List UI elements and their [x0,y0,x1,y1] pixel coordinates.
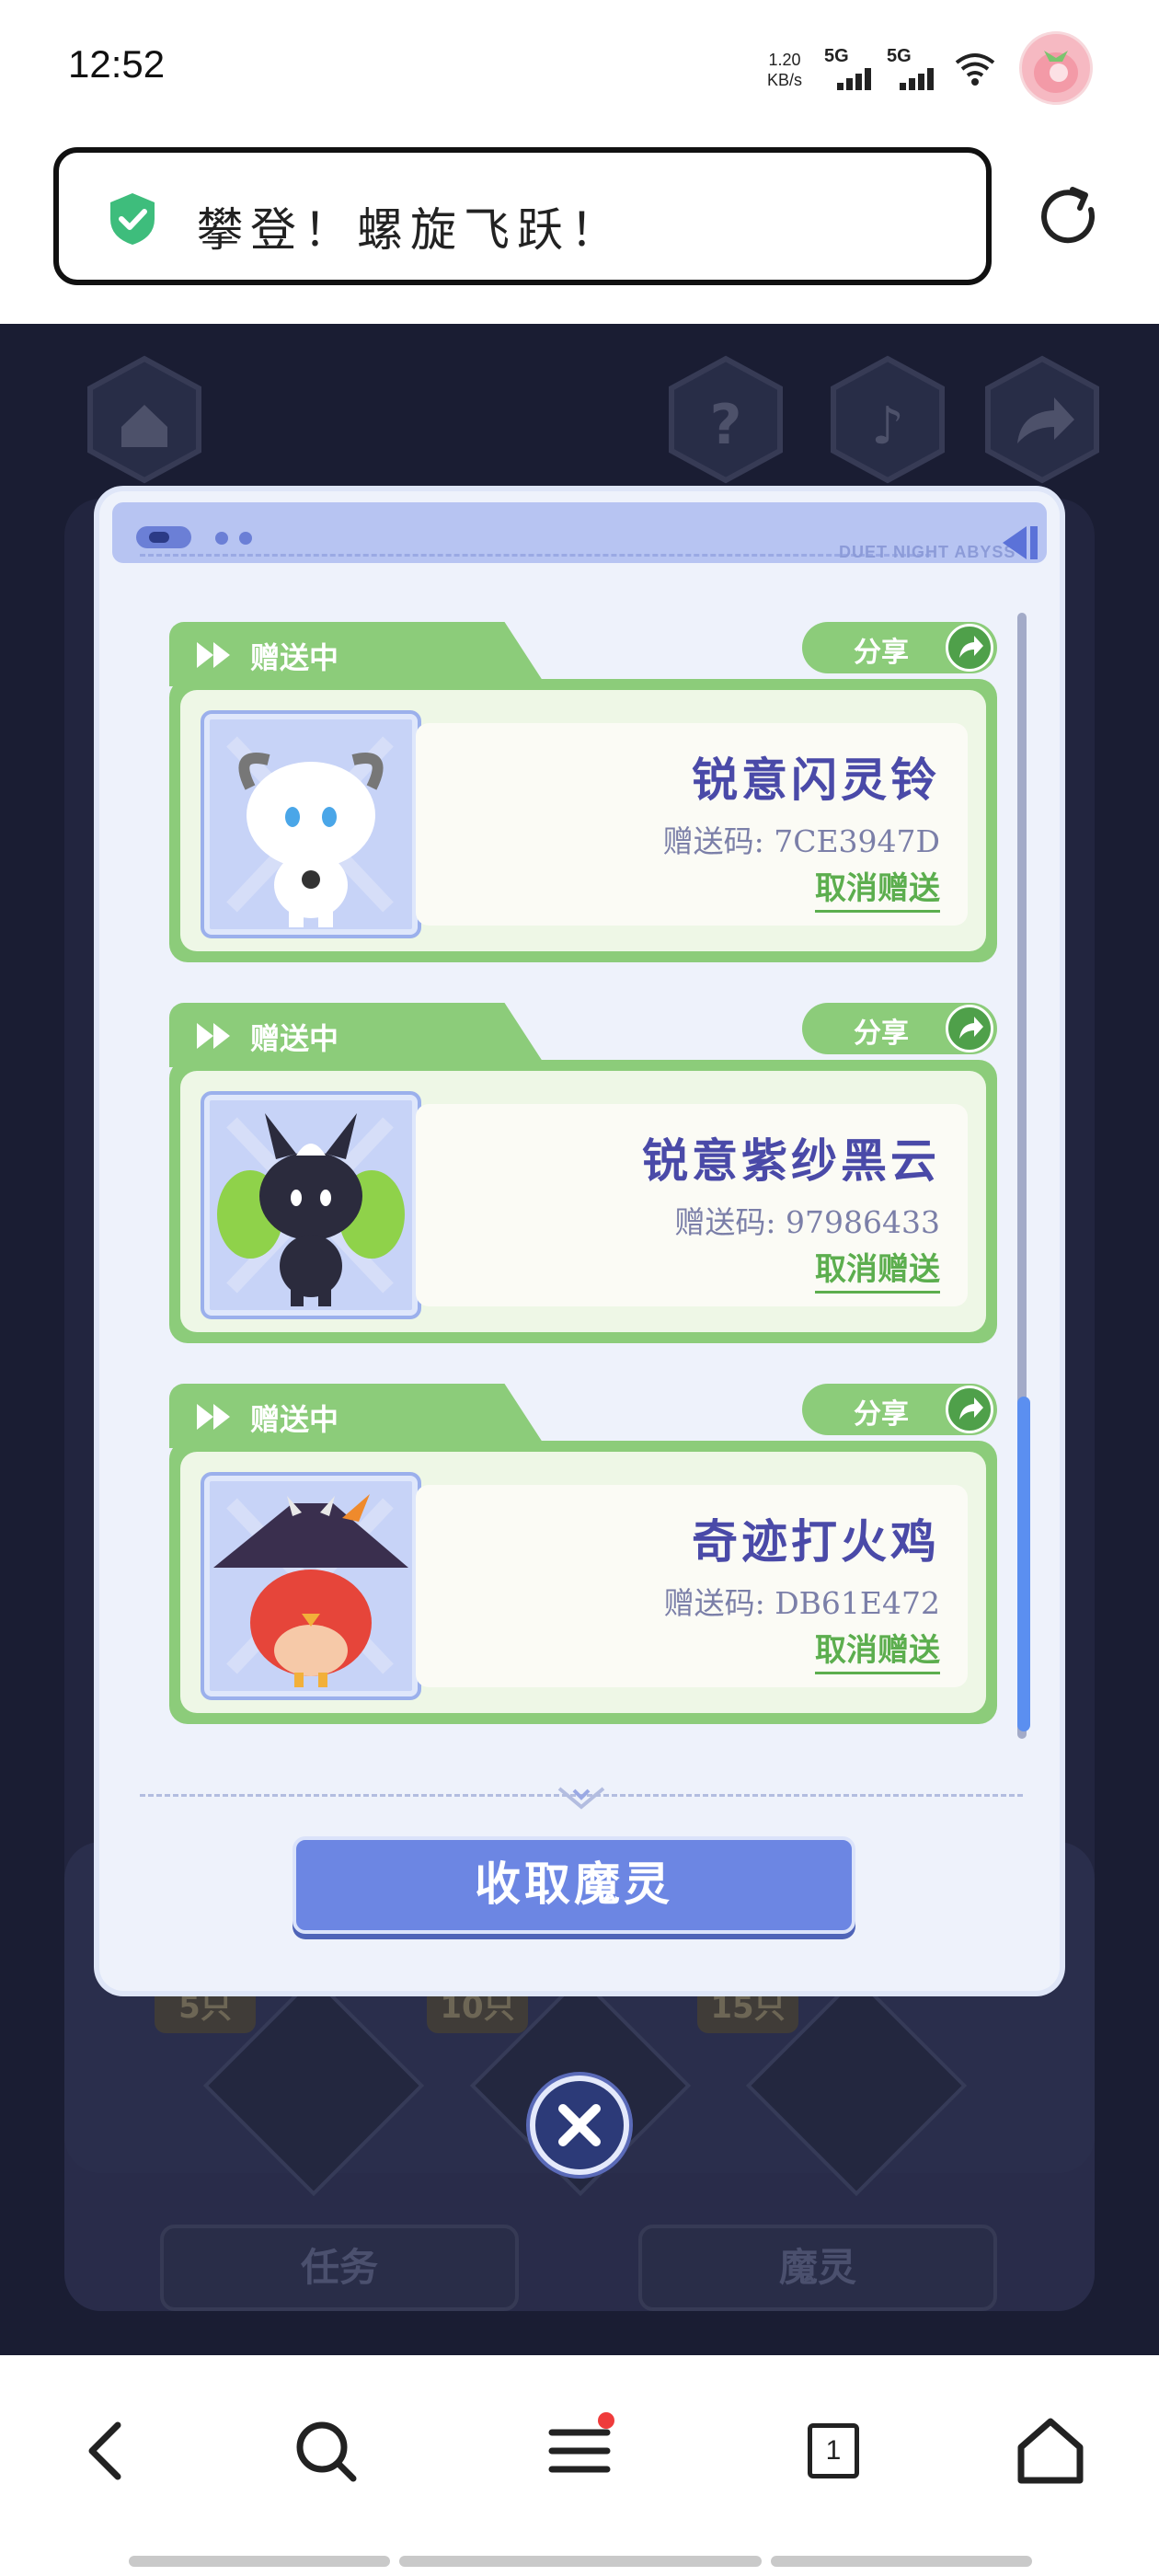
white-goat-spirit-image [226,736,394,927]
cancel-gift-link[interactable]: 取消赠送 [815,1244,940,1294]
wifi-icon [955,53,995,86]
share-button[interactable]: 分享 [802,1384,997,1435]
notification-dot [598,2412,614,2429]
menu-button[interactable] [534,2405,625,2497]
chevron-down-icon [557,1787,605,1810]
header-dash-line [140,554,931,557]
help-hex-icon[interactable]: ? [666,355,786,484]
item-info-panel: 锐意闪灵铃 赠送码: 7CE3947D 取消赠送 [416,723,968,926]
gift-card: 赠送中 分享 [169,1003,997,1343]
card-inner: 锐意紫纱黑云 赠送码: 97986433 取消赠送 [180,1071,986,1332]
item-info-panel: 奇迹打火鸡 赠送码: DB61E472 取消赠送 [416,1485,968,1687]
gift-dialog: DUET NIGHT ABYSS 赠送中 分享 锐意闪灵铃 赠送码: 7CE39… [99,491,1060,1991]
red-bird-witch-hat-image [213,1494,408,1687]
network-speed-unit: KB/s [766,71,802,89]
item-name: 奇迹打火鸡 [692,1514,940,1569]
dark-leaf-spirit-image [217,1113,405,1306]
header-dot [239,532,252,545]
sim1-signal: 5G [824,46,889,92]
tab-count: 1 [808,2423,859,2478]
card-inner: 奇迹打火鸡 赠送码: DB61E472 取消赠送 [180,1452,986,1713]
status-time: 12:52 [68,42,166,86]
spirit-portrait [201,1472,421,1700]
search-icon[interactable] [280,2405,372,2497]
home-icon[interactable] [1004,2405,1096,2497]
spirit-portrait [201,710,421,938]
item-name: 锐意闪灵铃 [692,753,940,807]
reload-icon[interactable] [1034,182,1104,252]
scrollbar-thumb[interactable] [1017,1397,1030,1731]
share-button[interactable]: 分享 [802,1003,997,1054]
status-label: 赠送中 [250,1021,339,1056]
gesture-bar[interactable] [129,2556,390,2567]
share-label: 分享 [854,1398,909,1431]
share-arrow-icon [946,1005,993,1052]
page-title: 攀登！螺旋飞跃！ [197,203,624,257]
header-brand: DUET NIGHT ABYSS [839,543,1016,561]
spirit-portrait [201,1091,421,1319]
gift-code: 赠送码: 7CE3947D [662,823,940,859]
avatar[interactable] [1019,31,1093,105]
sim1-label: 5G [824,46,849,66]
browser-bottom-nav: 1 [0,2355,1159,2576]
cancel-gift-link[interactable]: 取消赠送 [815,1625,940,1674]
fast-forward-icon [197,1023,230,1049]
music-hex-icon[interactable]: ♪ [828,355,947,484]
signal-bars-icon [900,68,934,90]
shield-check-icon [110,193,155,245]
card-body: 锐意闪灵铃 赠送码: 7CE3947D 取消赠送 [169,679,997,962]
sim2-signal: 5G [887,46,951,92]
gift-card: 赠送中 分享 [169,1384,997,1724]
card-body: 锐意紫纱黑云 赠送码: 97986433 取消赠送 [169,1060,997,1343]
share-label: 分享 [854,1018,909,1050]
close-icon [558,2104,601,2146]
status-bar: 12:52 1.20 KB/s 5G 5G [0,0,1159,138]
card-inner: 锐意闪灵铃 赠送码: 7CE3947D 取消赠送 [180,690,986,951]
gift-card: 赠送中 分享 [169,622,997,962]
card-body: 奇迹打火鸡 赠送码: DB61E472 取消赠送 [169,1441,997,1724]
share-button[interactable]: 分享 [802,622,997,673]
gift-code: 赠送码: DB61E472 [663,1585,940,1621]
strawberry-avatar-icon [1034,51,1078,93]
card-tab-slope [482,622,546,686]
collapse-icon[interactable] [1001,524,1041,561]
network-speed: 1.20 KB/s [762,50,808,90]
cancel-gift-link[interactable]: 取消赠送 [815,863,940,913]
tab-tasks[interactable]: 任务 [160,2225,519,2311]
gift-code: 赠送码: 97986433 [674,1204,940,1240]
card-tab-slope [482,1384,546,1448]
close-dialog-button[interactable] [530,2076,629,2175]
gesture-bar[interactable] [399,2556,762,2567]
fast-forward-icon [197,642,230,668]
svg-text:?: ? [710,393,742,457]
status-label: 赠送中 [250,1402,339,1437]
url-bar[interactable]: 攀登！螺旋飞跃！ [53,147,992,285]
back-icon[interactable] [63,2405,155,2497]
network-speed-value: 1.20 [768,51,801,69]
collect-spirit-button[interactable]: 收取魔灵 [293,1836,855,1934]
dialog-header: DUET NIGHT ABYSS [112,502,1047,563]
item-name: 锐意紫纱黑云 [642,1133,940,1188]
home-hex-icon[interactable] [85,355,204,484]
share-arrow-icon [946,624,993,672]
header-dot [215,532,228,545]
header-pill [136,526,191,548]
item-info-panel: 锐意紫纱黑云 赠送码: 97986433 取消赠送 [416,1104,968,1306]
tab-spirits[interactable]: 魔灵 [638,2225,997,2311]
card-tab-slope [482,1003,546,1067]
signal-bars-icon [837,68,871,90]
sim2-label: 5G [887,46,912,66]
tabs-button[interactable]: 1 [787,2405,879,2497]
gesture-bar[interactable] [771,2556,1032,2567]
share-hex-icon[interactable] [982,355,1102,484]
share-label: 分享 [854,637,909,669]
fast-forward-icon [197,1404,230,1430]
status-label: 赠送中 [250,640,339,675]
svg-text:♪: ♪ [871,397,904,456]
share-arrow-icon [946,1386,993,1433]
